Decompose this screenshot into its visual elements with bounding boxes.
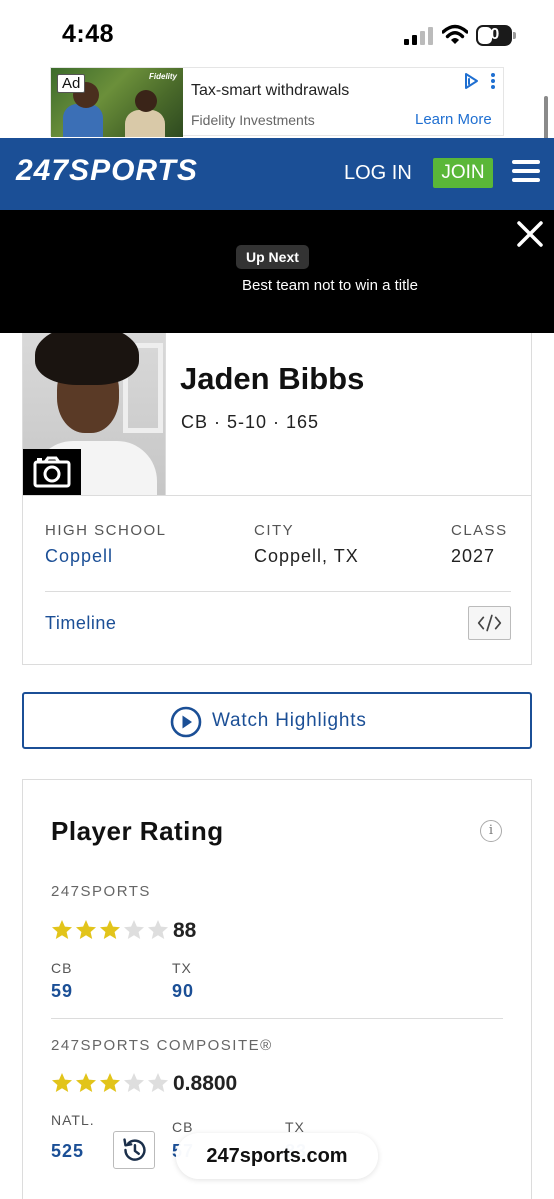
card-divider	[23, 495, 531, 496]
composite-national-rank[interactable]: 525	[51, 1141, 84, 1162]
status-time: 4:48	[62, 20, 115, 48]
sports247-score: 88	[173, 919, 197, 942]
star-filled-icon	[100, 1073, 120, 1092]
high-school-label: HIGH SCHOOL	[45, 522, 167, 539]
wifi-icon	[442, 24, 468, 44]
star-empty-icon	[124, 1073, 144, 1092]
battery-icon: 30	[476, 25, 516, 46]
star-filled-icon	[100, 920, 120, 939]
composite-score: 0.8800	[173, 1072, 238, 1095]
watch-highlights-button[interactable]: Watch Highlights	[22, 692, 532, 749]
high-school-link[interactable]: Coppell	[45, 546, 113, 567]
cellular-signal-icon	[404, 27, 434, 45]
composite-national-label: NATL.	[51, 1112, 95, 1128]
star-empty-icon	[148, 1073, 168, 1092]
sports247-state-label: TX	[172, 960, 192, 976]
class-label: CLASS	[451, 522, 508, 539]
hamburger-menu-icon[interactable]	[512, 160, 540, 184]
embed-code-button[interactable]	[468, 606, 511, 640]
composite-rating-label: 247SPORTS COMPOSITE®	[51, 1037, 273, 1054]
class-value: 2027	[451, 546, 496, 566]
rating-history-button[interactable]	[113, 1131, 155, 1169]
code-icon	[477, 614, 502, 632]
up-next-overlay[interactable]: Up Next Best team not to win a title	[0, 210, 554, 333]
player-position-height-weight: CB · 5-10 · 165	[181, 412, 320, 432]
timeline-divider	[45, 591, 511, 592]
ad-choices-icon[interactable]	[461, 72, 481, 90]
ad-image[interactable]: Fidelity Ad	[51, 68, 183, 137]
star-empty-icon	[124, 920, 144, 939]
ad-tag: Ad	[57, 74, 86, 93]
close-icon[interactable]	[516, 220, 544, 248]
ad-more-options-icon[interactable]	[489, 72, 497, 90]
star-empty-icon	[148, 920, 168, 939]
login-link[interactable]: LOG IN	[344, 162, 412, 185]
composite-star-rating	[51, 1072, 171, 1094]
star-filled-icon	[76, 920, 96, 939]
city-value: Coppell, TX	[254, 546, 359, 566]
composite-position-label: CB	[172, 1119, 194, 1135]
player-profile-card: Jaden Bibbs CB · 5-10 · 165 HIGH SCHOOL …	[22, 333, 532, 665]
up-next-badge: Up Next	[236, 245, 309, 269]
sports247-position-label: CB	[51, 960, 73, 976]
sports247-star-rating	[51, 919, 171, 941]
photo-divider	[165, 333, 166, 495]
ad-title[interactable]: Tax-smart withdrawals	[191, 82, 349, 100]
sports247-rating-label: 247SPORTS	[51, 883, 151, 900]
rating-divider	[51, 1018, 503, 1019]
city-label: CITY	[254, 522, 295, 539]
camera-icon[interactable]	[23, 449, 81, 495]
star-filled-icon	[52, 1073, 72, 1092]
url-text: 247sports.com	[206, 1145, 348, 1167]
player-rating-title: Player Rating	[51, 816, 224, 846]
player-name: Jaden Bibbs	[180, 361, 365, 396]
status-bar: 4:48 30	[0, 0, 554, 66]
history-icon	[123, 1138, 146, 1161]
sports247-state-rank[interactable]: 90	[172, 981, 194, 1002]
join-button[interactable]: JOIN	[433, 158, 493, 188]
ad-learn-more-link[interactable]: Learn More	[415, 111, 492, 128]
star-filled-icon	[76, 1073, 96, 1092]
player-photo[interactable]	[23, 333, 165, 495]
watch-highlights-label: Watch Highlights	[212, 710, 367, 731]
site-logo[interactable]: 247SPORTS	[16, 154, 198, 188]
sports247-position-rank[interactable]: 59	[51, 981, 73, 1002]
site-header: 247SPORTS LOG IN JOIN	[0, 138, 554, 210]
battery-level: 30	[482, 26, 499, 43]
ad-image-brand: Fidelity	[149, 72, 178, 81]
up-next-title[interactable]: Best team not to win a title	[0, 277, 554, 294]
play-icon	[170, 706, 202, 738]
scrollbar[interactable]	[544, 96, 548, 142]
ad-advertiser: Fidelity Investments	[191, 112, 315, 128]
info-icon[interactable]: i	[480, 820, 502, 842]
browser-url-pill[interactable]: 247sports.com	[176, 1133, 378, 1179]
ad-banner[interactable]: Fidelity Ad Tax-smart withdrawals Fideli…	[50, 67, 504, 137]
timeline-link[interactable]: Timeline	[45, 613, 116, 634]
star-filled-icon	[52, 920, 72, 939]
